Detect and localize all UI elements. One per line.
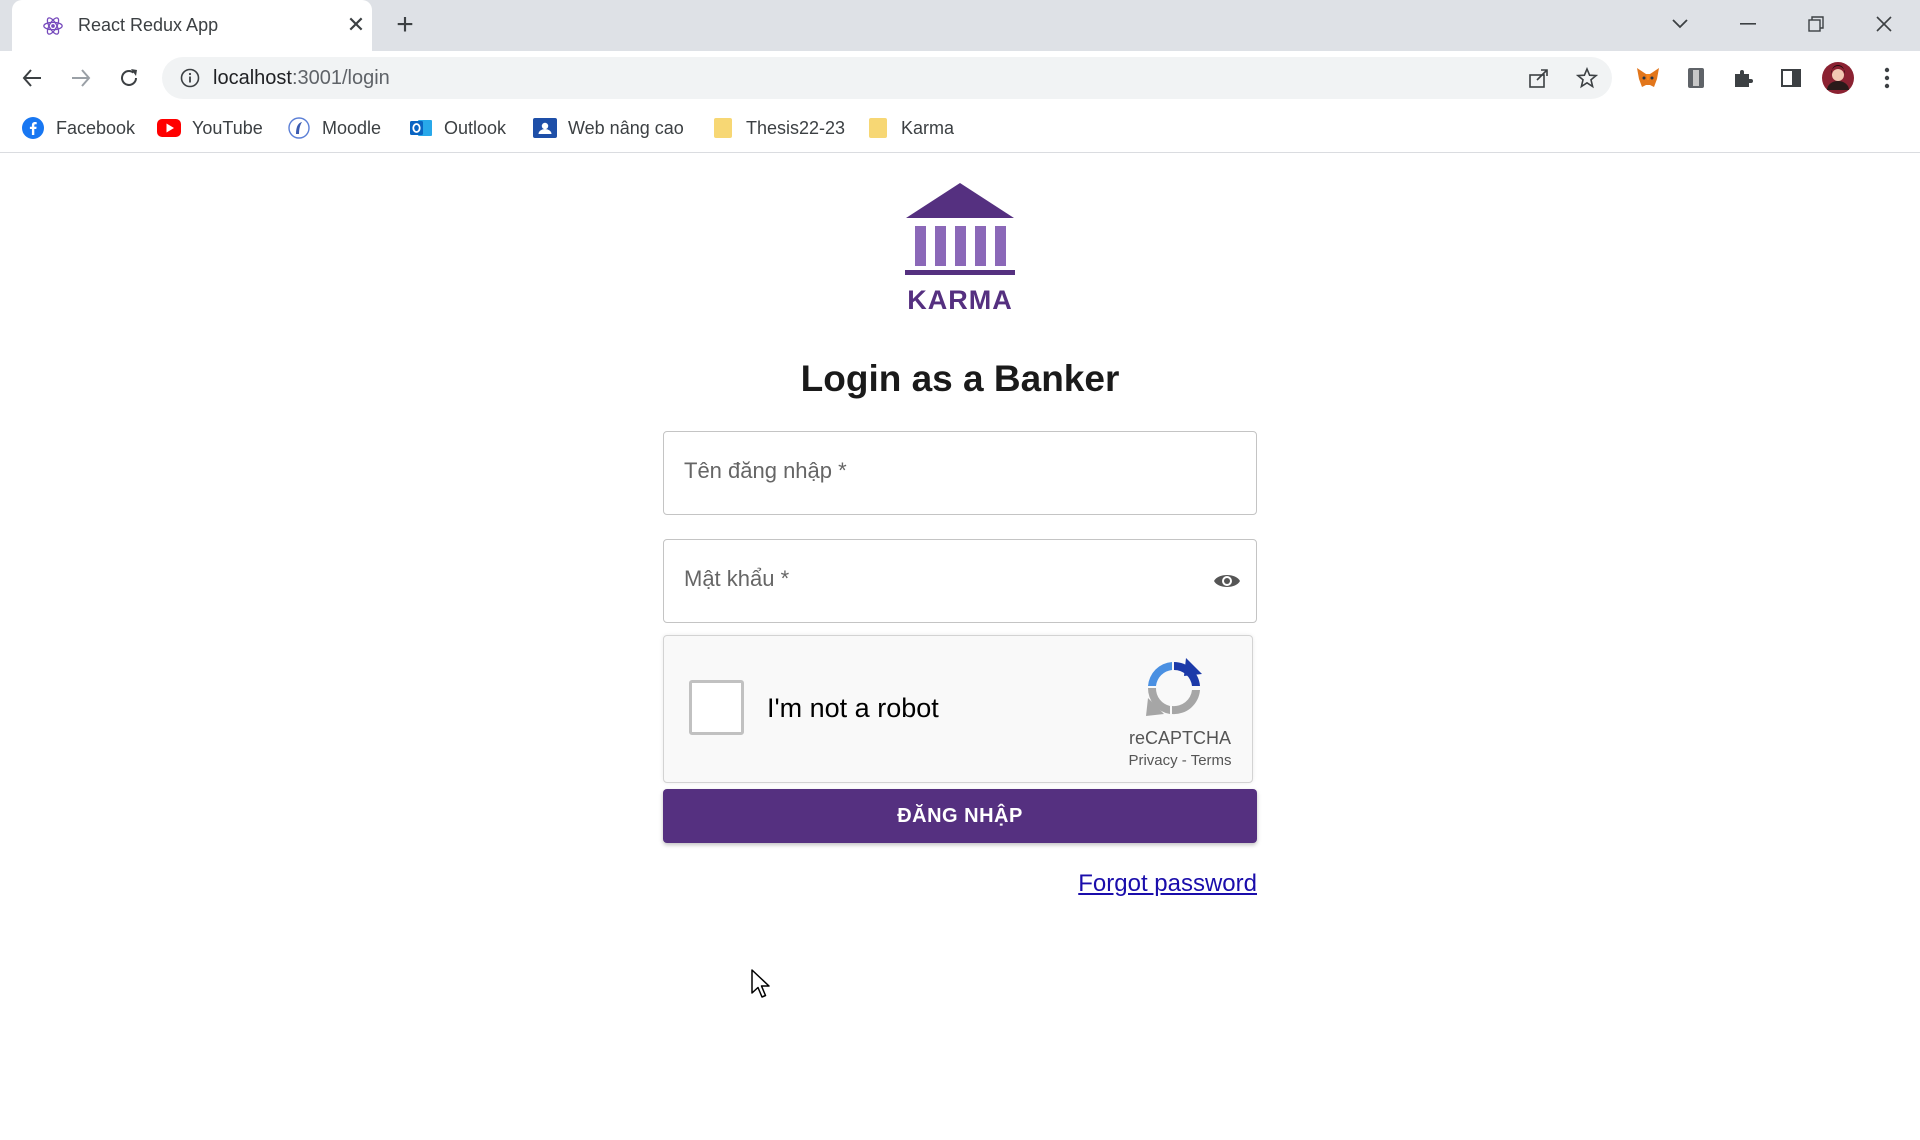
bookmark-moodle[interactable]: Moodle: [287, 115, 381, 141]
address-bar[interactable]: localhost:3001/login: [162, 57, 1612, 99]
browser-tab[interactable]: React Redux App ✕: [12, 0, 372, 51]
metamask-extension-icon[interactable]: [1632, 62, 1664, 94]
bookmarks-bar: Facebook YouTube Moodle Outlook Web nâng…: [0, 105, 1920, 153]
username-field[interactable]: Tên đăng nhập *: [663, 431, 1257, 515]
bookmark-label: Thesis22-23: [746, 117, 846, 138]
youtube-icon: [157, 116, 181, 140]
url-text[interactable]: localhost:3001/login: [213, 67, 390, 90]
page-title: Login as a Banker: [800, 358, 1120, 399]
mouse-cursor-icon: [751, 969, 770, 998]
bookmark-facebook[interactable]: Facebook: [21, 115, 135, 141]
folder-icon: [866, 116, 890, 140]
recaptcha-brand: reCAPTCHA: [1128, 728, 1231, 748]
url-path: :3001/login: [291, 67, 390, 89]
browser-menu-icon[interactable]: [1871, 62, 1903, 94]
restore-icon[interactable]: [1796, 8, 1836, 40]
bookmark-label: Moodle: [322, 117, 382, 138]
close-window-icon[interactable]: [1864, 8, 1904, 40]
share-icon[interactable]: [1527, 66, 1551, 90]
site-info-icon[interactable]: [180, 68, 200, 88]
new-tab-button[interactable]: +: [390, 10, 420, 41]
outlook-icon: [409, 116, 433, 140]
bookmark-web-nang-cao[interactable]: Web nâng cao: [533, 115, 684, 141]
tab-title: React Redux App: [78, 15, 219, 35]
recaptcha-separator: -: [1177, 752, 1191, 769]
recaptcha-privacy-link[interactable]: Privacy: [1128, 752, 1177, 769]
back-arrow-icon[interactable]: [17, 63, 47, 93]
bookmark-thesis22-23[interactable]: Thesis22-23: [711, 115, 845, 141]
react-favicon-icon: [43, 17, 63, 35]
folder-icon: [711, 116, 735, 140]
login-button[interactable]: ĐĂNG NHẬP: [663, 789, 1257, 843]
tab-close-icon[interactable]: ✕: [344, 13, 368, 37]
recaptcha-label: I'm not a robot: [767, 693, 939, 723]
password-field[interactable]: Mật khẩu *: [663, 539, 1257, 623]
logo-text: KARMA: [907, 285, 1013, 314]
bank-building-icon: KARMA: [905, 183, 1015, 315]
moodle-icon: [287, 116, 311, 140]
username-label: Tên đăng nhập *: [684, 458, 847, 483]
show-password-eye-icon[interactable]: [1212, 569, 1242, 593]
extensions-puzzle-icon[interactable]: [1727, 62, 1759, 94]
bookmark-star-icon[interactable]: [1575, 66, 1599, 90]
bookmark-label: Outlook: [444, 117, 507, 138]
bookmark-label: Facebook: [56, 117, 136, 138]
tab-search-chevron-icon[interactable]: [1660, 8, 1700, 40]
karma-logo: KARMA: [900, 182, 1020, 315]
recaptcha-links: Privacy - Terms: [1064, 752, 1296, 769]
bookmark-label: Web nâng cao: [568, 117, 684, 138]
forward-arrow-icon[interactable]: [66, 63, 96, 93]
minimize-icon[interactable]: [1728, 8, 1768, 40]
url-host: localhost: [213, 67, 292, 89]
browser-toolbar: localhost:3001/login: [0, 51, 1920, 105]
recaptcha-terms-link[interactable]: Terms: [1191, 752, 1232, 769]
recaptcha-widget: I'm not a robot reCAPTCHA Privacy - Term…: [663, 635, 1253, 783]
wallet-extension-icon[interactable]: [1680, 62, 1712, 94]
forgot-password-link[interactable]: Forgot password: [900, 870, 1257, 898]
bookmark-label: YouTube: [192, 117, 263, 138]
recaptcha-logo-icon: [1146, 658, 1202, 716]
bookmark-outlook[interactable]: Outlook: [409, 115, 506, 141]
classroom-icon: [533, 116, 557, 140]
bookmark-karma[interactable]: Karma: [866, 115, 954, 141]
bookmark-label: Karma: [901, 117, 955, 138]
recaptcha-checkbox[interactable]: [689, 680, 744, 735]
facebook-icon: [21, 116, 45, 140]
reload-icon[interactable]: [114, 63, 144, 93]
side-panel-icon[interactable]: [1775, 62, 1807, 94]
browser-title-bar: React Redux App ✕ +: [0, 0, 1920, 51]
profile-avatar[interactable]: [1822, 62, 1854, 94]
password-label: Mật khẩu *: [684, 566, 790, 591]
bookmark-youtube[interactable]: YouTube: [157, 115, 263, 141]
